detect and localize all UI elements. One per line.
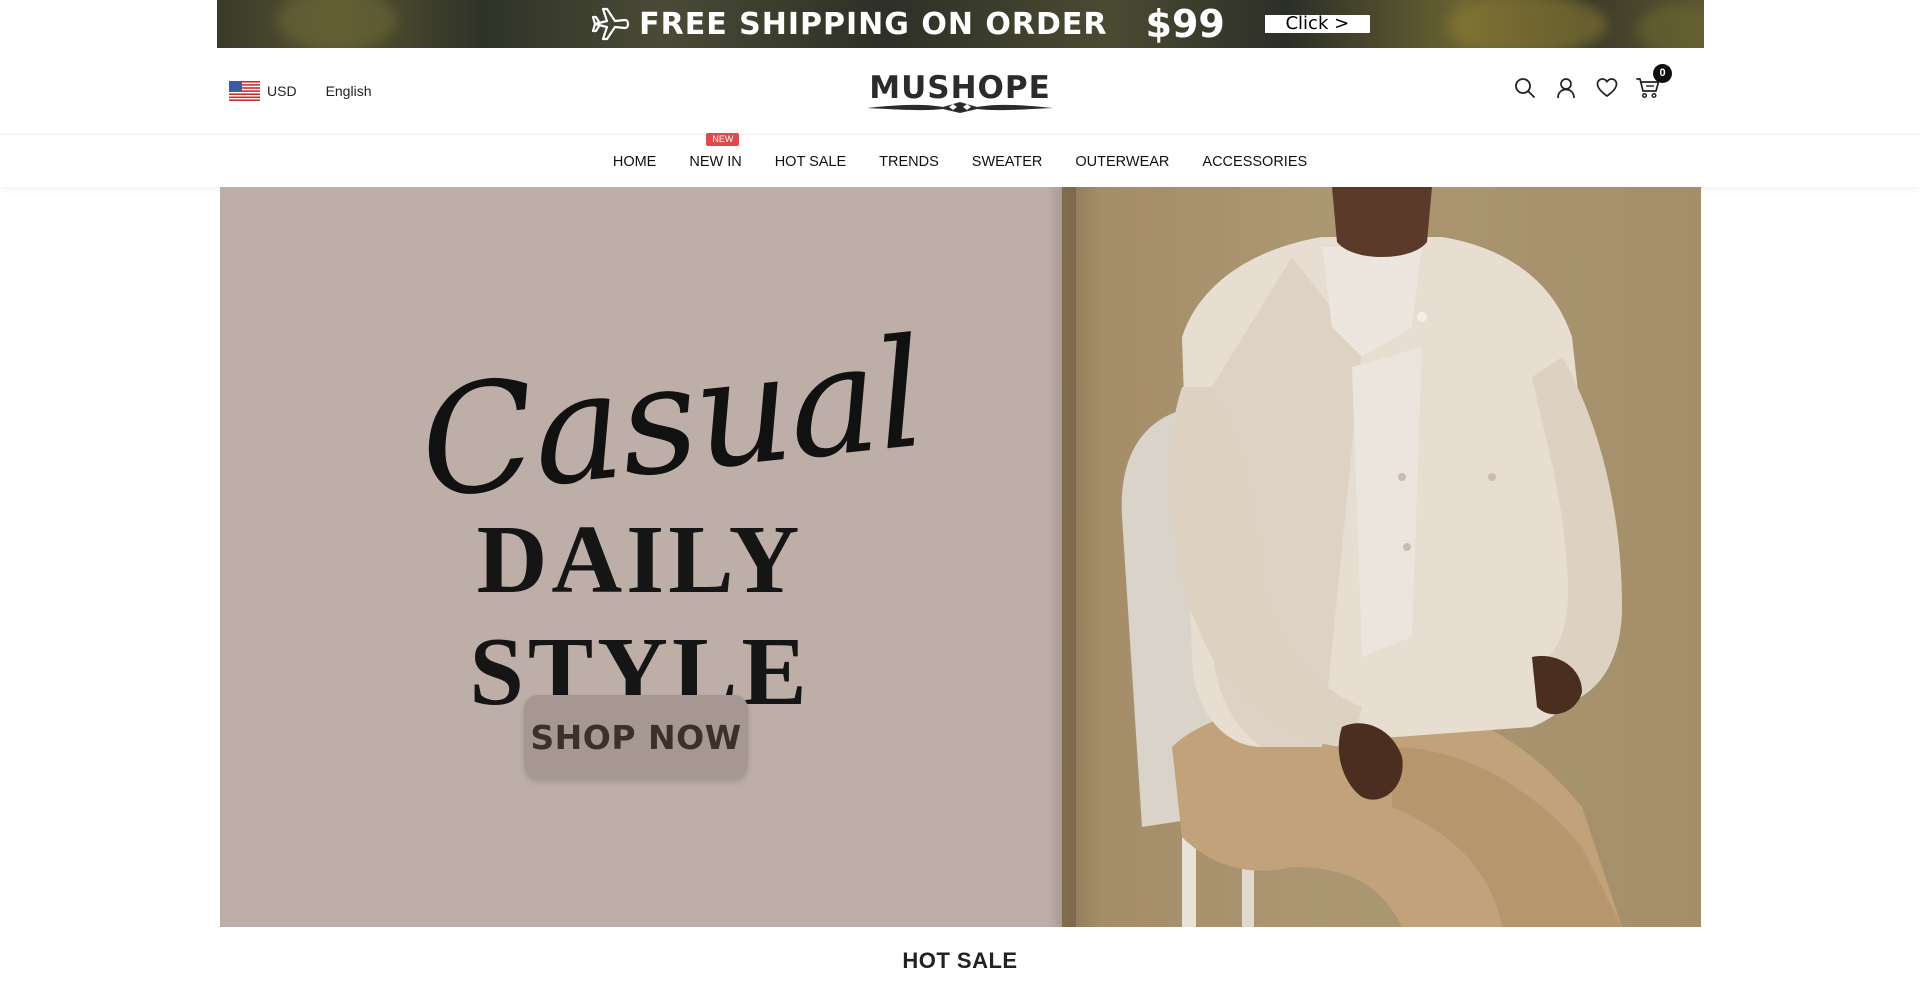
logo-ornament [867,102,1053,113]
nav-item-new-in[interactable]: New NEW IN [689,132,742,170]
promo-click-button[interactable]: Click > [1264,15,1370,33]
account-button[interactable] [1554,76,1578,100]
nav-item-label: HOME [612,153,657,170]
wishlist-button[interactable] [1595,76,1619,100]
nav-item-sweater[interactable]: SWEATER [972,154,1043,170]
site-header: USD English MUSHOPE 0 [0,48,1920,134]
promo-banner[interactable]: FREE SHIPPING ON ORDER $99 Click > [217,0,1704,48]
nav-item-label: SWEATER [971,153,1043,170]
nav-item-label: HOT SALE [774,153,847,170]
search-button[interactable] [1513,76,1537,100]
search-icon [1515,78,1535,98]
promo-price: $99 [1145,2,1225,46]
us-flag-icon[interactable] [229,81,260,101]
section-title-hot-sale: HOT SALE [902,948,1018,973]
nav-item-label: ACCESSORIES [1202,153,1308,170]
locale-selector: USD English [229,81,371,101]
nav-item-label: OUTERWEAR [1075,153,1170,170]
hero-banner[interactable]: Casual DAILY STYLE SHOP NOW [220,187,1701,927]
heart-icon [1596,78,1618,97]
hero-divider-shadow [1048,187,1076,927]
currency-label[interactable]: USD [267,83,297,99]
promo-text: FREE SHIPPING ON ORDER [639,6,1108,42]
nav-item-trends[interactable]: TRENDS [879,154,939,170]
nav-item-hot-sale[interactable]: HOT SALE [775,154,846,170]
promo-content: FREE SHIPPING ON ORDER $99 Click > [217,0,1704,48]
cart-button[interactable]: 0 [1636,64,1672,100]
new-badge: New [706,132,740,146]
language-label[interactable]: English [326,83,372,99]
nav-item-label: NEW IN [689,153,742,170]
model-photo [1121,187,1622,927]
shop-now-button[interactable]: SHOP NOW [524,695,748,779]
user-icon [1557,78,1575,99]
nav-item-accessories[interactable]: ACCESSORIES [1202,154,1307,170]
nav-item-outerwear[interactable]: OUTERWEAR [1075,154,1169,170]
cart-count-badge: 0 [1653,64,1672,83]
main-nav: HOME New NEW IN HOT SALE TRENDS SWEATER … [0,132,1920,188]
site-logo[interactable]: MUSHOPE [865,70,1055,114]
airplane-icon [592,7,630,41]
nav-item-home[interactable]: HOME [613,154,657,170]
nav-list: HOME New NEW IN HOT SALE TRENDS SWEATER … [596,132,1323,188]
nav-item-label: TRENDS [879,153,939,170]
header-icons: 0 [1513,64,1672,100]
